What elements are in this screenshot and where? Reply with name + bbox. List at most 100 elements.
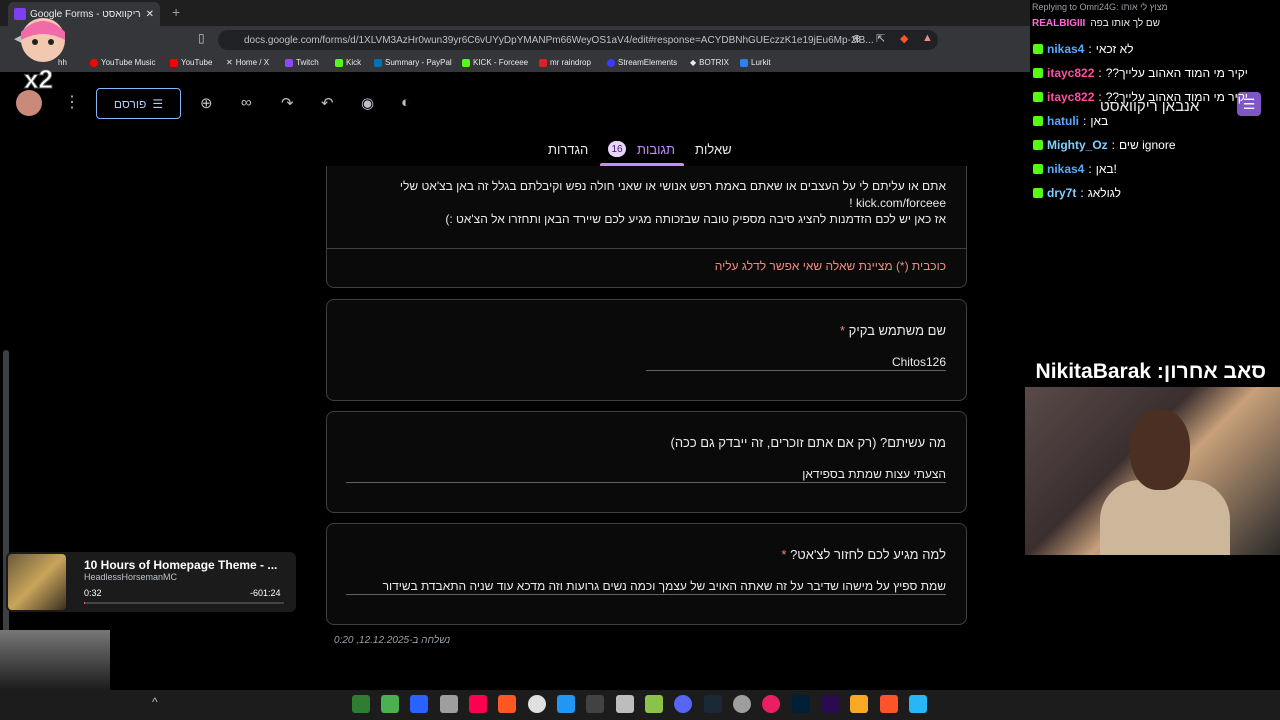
bookmark-kick[interactable]: Kick [335, 58, 361, 67]
bookmark-botrix[interactable]: ◆ BOTRIX [690, 58, 729, 67]
media-player-icon[interactable] [762, 695, 780, 713]
submitted-timestamp: נשלחה ב-12.12.2025, 0:20 [334, 635, 451, 646]
file-explorer-icon[interactable] [850, 695, 868, 713]
minecraft-icon[interactable] [352, 695, 370, 713]
premiere-icon[interactable] [821, 695, 839, 713]
kick-badge-icon [1033, 92, 1043, 102]
kick-badge-icon [1033, 116, 1043, 126]
brave-icon[interactable] [880, 695, 898, 713]
app-icon[interactable] [440, 695, 458, 713]
youtube-icon [170, 58, 178, 67]
app-icon[interactable] [616, 695, 634, 713]
chat-message: nikas4: לא זכאי [1033, 42, 1134, 56]
replying-to: Replying to Omri24G: מצוץ לי אותו [1032, 2, 1168, 12]
tab-responses[interactable]: תגובות [637, 142, 675, 157]
brave-shield-icon[interactable]: ◆ [900, 32, 908, 45]
tiktok-icon[interactable] [469, 695, 487, 713]
youtube-music-icon [90, 58, 98, 67]
chat-message: itayc822: ??יקיר מי המוד האהוב עלייך [1033, 66, 1248, 80]
song-progress-fill [84, 602, 85, 604]
question-title: למה מגיע לכם לחזור לצ'אט? * [781, 547, 946, 562]
undo-icon[interactable]: ↶ [321, 94, 334, 112]
photoshop-icon[interactable] [792, 695, 810, 713]
reply-message: REALBIGIII שם לך אותו בפה [1032, 14, 1278, 32]
reply-user: REALBIGIII [1032, 17, 1086, 29]
tab-settings[interactable]: הגדרות [548, 142, 588, 157]
url-field[interactable]: docs.google.com/forms/d/1XLVM3AzHr0wun39… [218, 30, 938, 50]
redo-icon[interactable]: ↷ [281, 94, 294, 112]
zoom-icon[interactable]: ⊕ [852, 32, 861, 45]
app-icon[interactable] [733, 695, 751, 713]
answer-underline [646, 370, 946, 371]
question-card: מה עשיתם? (רק אם אתם זוכרים, זה ייבדק גם… [326, 411, 967, 513]
windows-start-icon[interactable] [909, 695, 927, 713]
question-card: למה מגיע לכם לחזור לצ'אט? * שמת ספיץ על … [326, 523, 967, 625]
app-icon[interactable] [498, 695, 516, 713]
steam-icon[interactable] [704, 695, 722, 713]
sliders-icon: ☰ [152, 96, 164, 111]
botrix-icon: ◆ [690, 58, 697, 67]
answer-underline [346, 594, 946, 595]
bookmark-raindrop[interactable]: mr raindrop [539, 58, 591, 67]
latest-sub-label: סאב אחרון: NikitaBarak [1035, 360, 1266, 383]
answer-text: שמת ספיץ על מישהו שדיבר על זה שאתה האויב… [382, 579, 946, 593]
chat-message: hatuli: באן [1033, 114, 1108, 128]
kick-badge-icon [1033, 164, 1043, 174]
chat-message: dry7t: לגולאג [1033, 186, 1121, 200]
bookmark-x[interactable]: ✕ Home / X [226, 58, 269, 67]
rewards-icon[interactable]: ▲ [922, 32, 933, 44]
kick-badge-icon [1033, 188, 1043, 198]
kick-badge-icon [1033, 68, 1043, 78]
tab-questions[interactable]: שאלות [695, 142, 732, 157]
bookmark-twitch[interactable]: Twitch [285, 58, 319, 67]
album-art [8, 554, 66, 610]
required-note: כוכבית (*) מציינת שאלה שאי אפשר לדלג עלי… [714, 259, 946, 273]
bookmark-paypal[interactable]: Summary - PayPal [374, 58, 452, 67]
bookmark-icon[interactable]: ▯ [198, 31, 205, 45]
answer-underline [346, 482, 946, 483]
bookmark-lurkit[interactable]: Lurkit [740, 58, 771, 67]
overlay-portrait [0, 630, 110, 690]
palette-icon[interactable]: ◐ [401, 94, 410, 111]
description-line-3: אז כאן יש לכם הזדמנות להציג סיבה מספיק ט… [445, 212, 946, 226]
tab-close-icon[interactable]: ✕ [146, 9, 154, 20]
app-icon[interactable] [645, 695, 663, 713]
url-text: docs.google.com/forms/d/1XLVM3AzHr0wun39… [244, 34, 874, 46]
kick-icon [335, 58, 343, 67]
answer-text: הצעתי עצות שמתת בספידאן [802, 467, 946, 481]
question-title: מה עשיתם? (רק אם אתם זוכרים, זה ייבדק גם… [670, 435, 946, 450]
chatgpt-icon[interactable] [528, 695, 546, 713]
chat-message: nikas4: באן! [1033, 162, 1117, 176]
responses-count-badge: 16 [608, 141, 626, 157]
app-icon[interactable] [381, 695, 399, 713]
bookmark-streamelements[interactable]: StreamElements [607, 58, 677, 67]
song-progress-track [84, 602, 284, 604]
bookmark-youtube[interactable]: YouTube [170, 58, 212, 67]
form-description-card: אתם או עליתם לי על העצבים או שאתם באמת ר… [326, 166, 967, 288]
app-icon[interactable] [586, 695, 604, 713]
paypal-icon [374, 58, 382, 67]
link-icon[interactable]: ∞ [241, 94, 252, 111]
discord-icon[interactable] [674, 695, 692, 713]
description-line-1: אתם או עליתם לי על העצבים או שאתם באמת ר… [399, 179, 946, 193]
song-elapsed: 0:32 [84, 588, 102, 598]
share-icon[interactable]: ⇱ [876, 32, 885, 45]
tray-chevron-icon[interactable]: ^ [152, 695, 158, 709]
publish-button[interactable]: פורסם ☰ [96, 88, 181, 119]
reply-text: שם לך אותו בפה [1090, 17, 1161, 29]
twitch-icon [285, 58, 293, 67]
bookmark-kick-forceee[interactable]: KICK - Forceee [462, 58, 528, 67]
form-header [0, 72, 1030, 168]
kick-icon [462, 58, 470, 67]
app-icon[interactable] [557, 695, 575, 713]
answer-text: Chitos126 [891, 355, 946, 369]
new-tab-button[interactable]: + [172, 4, 180, 20]
app-icon[interactable] [410, 695, 428, 713]
kick-badge-icon [1033, 140, 1043, 150]
x-icon: ✕ [226, 58, 233, 67]
taskbar [0, 690, 1280, 720]
add-collaborator-icon[interactable]: ⊕ [200, 94, 213, 112]
bookmark-youtube-music[interactable]: YouTube Music [90, 58, 156, 67]
preview-icon[interactable]: ◉ [361, 94, 374, 112]
description-line-2: kick.com/forceee ! [849, 195, 946, 210]
